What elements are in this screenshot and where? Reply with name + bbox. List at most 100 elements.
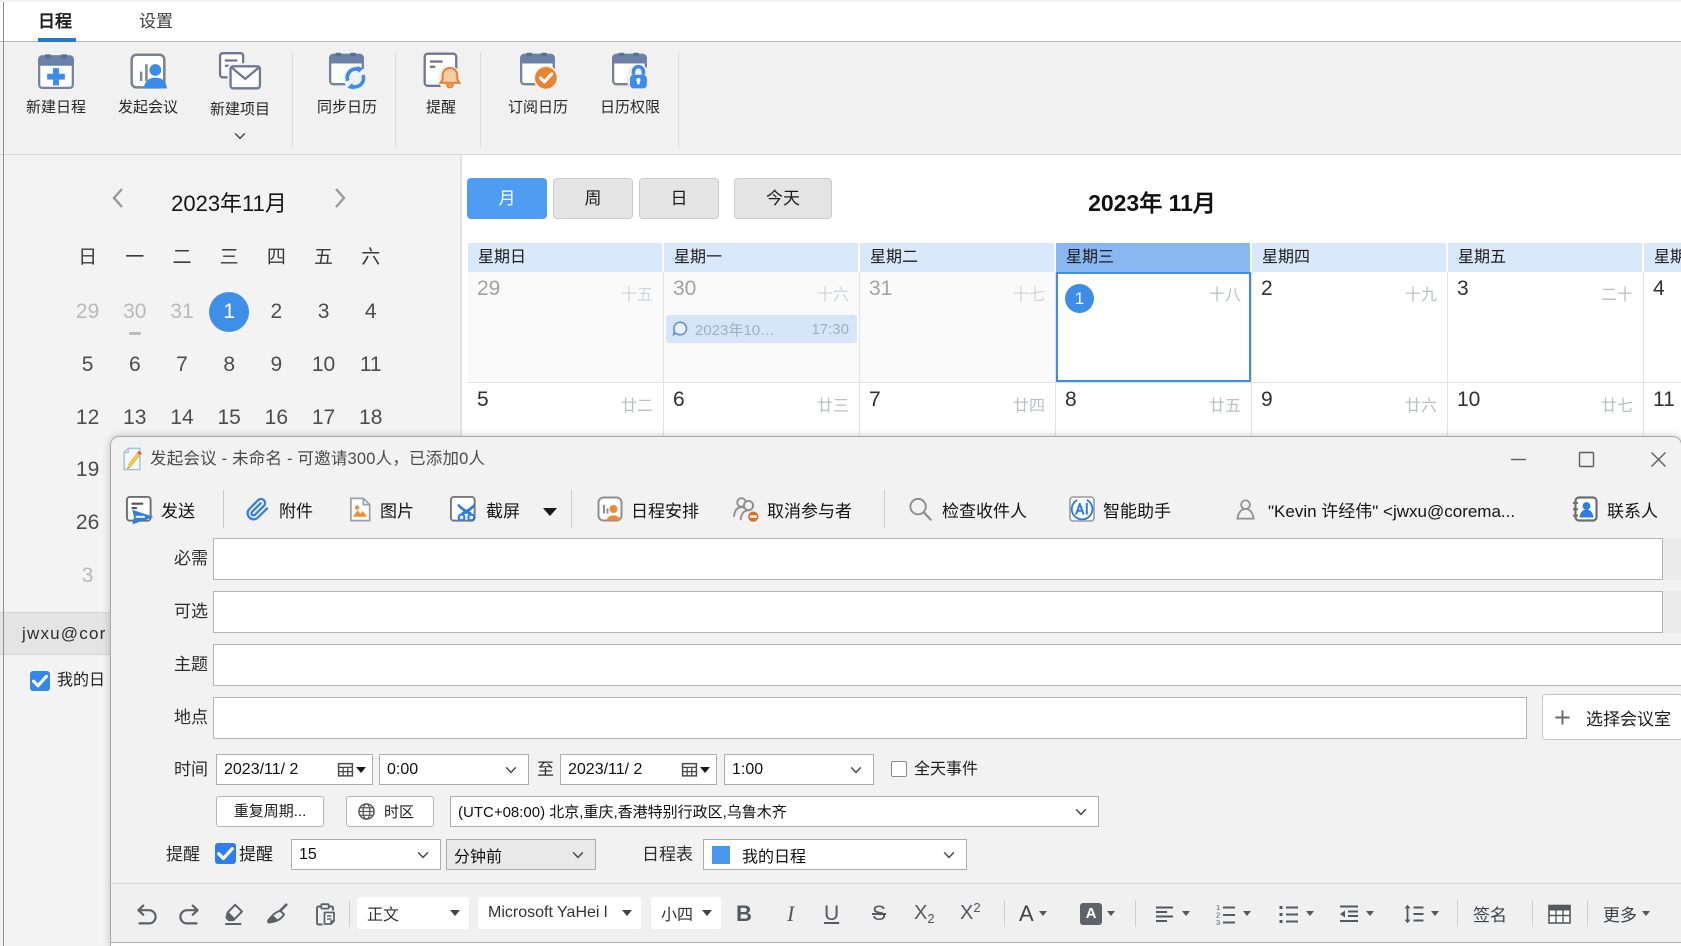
mini-calendar-day[interactable]: 6: [111, 339, 158, 392]
indent-button[interactable]: [1337, 884, 1374, 943]
reminder-button[interactable]: 提醒: [391, 50, 491, 150]
image-button[interactable]: 图片: [347, 479, 414, 539]
repeat-period-button[interactable]: 重复周期...: [216, 796, 324, 827]
day-cell[interactable]: 2 十九: [1252, 272, 1448, 383]
mini-calendar-day[interactable]: 8: [206, 339, 253, 392]
remind-unit-select[interactable]: 分钟前: [446, 839, 596, 870]
signature-button[interactable]: 签名: [1473, 884, 1507, 943]
timezone-button[interactable]: 时区: [346, 796, 434, 827]
day-cell[interactable]: 29 十五: [468, 272, 664, 383]
paste-button[interactable]: [313, 884, 337, 943]
italic-button[interactable]: I: [787, 884, 794, 943]
schedule-arrange-button[interactable]: 日程安排: [596, 479, 699, 539]
line-spacing-button[interactable]: [1402, 884, 1439, 943]
maximize-button[interactable]: [1567, 440, 1605, 478]
calendar-permission-button[interactable]: 日历权限: [580, 50, 680, 150]
redo-button[interactable]: [178, 884, 202, 943]
chevron-down-icon[interactable]: [234, 132, 246, 140]
screenshot-dropdown-arrow[interactable]: [543, 508, 557, 516]
paragraph-style-select[interactable]: 正文: [357, 897, 469, 929]
attachment-button[interactable]: 附件: [244, 479, 313, 539]
brush-icon: [265, 902, 289, 926]
ordered-list-button[interactable]: [1214, 884, 1251, 943]
minimize-button[interactable]: [1499, 440, 1537, 478]
day-cell[interactable]: 31 十七: [860, 272, 1056, 383]
mini-calendar-day[interactable]: 4: [347, 286, 394, 339]
subscript-button[interactable]: X2: [914, 884, 935, 943]
remind-checkbox[interactable]: [215, 843, 236, 864]
timezone-select[interactable]: (UTC+08:00) 北京,重庆,香港特别行政区,乌鲁木齐: [450, 796, 1099, 827]
bold-button[interactable]: B: [736, 884, 752, 943]
cancel-participant-button[interactable]: 取消参与者: [732, 479, 852, 539]
view-today-button[interactable]: 今天: [734, 178, 832, 219]
undo-button[interactable]: [134, 884, 158, 943]
day-cell[interactable]: 30 十六 2023年10… 17:30: [664, 272, 860, 383]
mini-calendar-day[interactable]: 1: [206, 286, 253, 339]
clear-format-button[interactable]: [221, 884, 245, 943]
day-cell[interactable]: 1 十八: [1056, 272, 1252, 383]
new-event-button[interactable]: 新建日程: [6, 50, 106, 150]
font-color-button[interactable]: A: [1019, 884, 1047, 943]
font-size-select[interactable]: 小四: [651, 897, 721, 929]
align-button[interactable]: [1153, 884, 1190, 943]
close-button[interactable]: [1639, 440, 1677, 478]
view-day-button[interactable]: 日: [639, 178, 719, 219]
mini-calendar-day[interactable]: 2: [253, 286, 300, 339]
format-painter-button[interactable]: [265, 884, 289, 943]
required-recipients-input[interactable]: [213, 538, 1663, 580]
mini-calendar-day[interactable]: 26: [64, 497, 111, 550]
mini-calendar-day[interactable]: 3: [64, 549, 111, 602]
bullet-list-button[interactable]: [1277, 884, 1314, 943]
mini-calendar-day[interactable]: 31: [158, 286, 205, 339]
sender-account-button[interactable]: "Kevin 许经伟" <jwxu@corema...: [1235, 479, 1515, 539]
mini-calendar-next-icon[interactable]: [328, 185, 350, 211]
day-cell[interactable]: 3 二十: [1448, 272, 1644, 383]
mini-calendar-day[interactable]: 11: [347, 339, 394, 392]
insert-table-button[interactable]: [1546, 884, 1574, 943]
strikethrough-button[interactable]: S: [872, 884, 886, 943]
view-week-button[interactable]: 周: [553, 178, 633, 219]
start-time-select[interactable]: 0:00: [379, 754, 529, 785]
mini-calendar-day[interactable]: 7: [158, 339, 205, 392]
day-number: 9: [1261, 388, 1273, 412]
day-cell[interactable]: 4 廿一: [1644, 272, 1681, 383]
mini-calendar-day[interactable]: 12: [64, 391, 111, 444]
start-date-picker[interactable]: 2023/11/ 2: [216, 754, 373, 785]
my-calendar-checkbox[interactable]: [30, 671, 50, 691]
view-month-button[interactable]: 月: [467, 178, 547, 219]
screenshot-button[interactable]: 截屏: [449, 479, 520, 539]
allday-checkbox[interactable]: [891, 761, 907, 777]
choose-meeting-room-button[interactable]: 选择会议室: [1542, 694, 1681, 740]
font-family-select[interactable]: Microsoft YaHei l: [478, 897, 641, 929]
mini-calendar-day[interactable]: 19: [64, 444, 111, 497]
start-meeting-button[interactable]: 发起会议: [98, 50, 198, 150]
remind-value-select[interactable]: 15: [291, 839, 441, 870]
superscript-button[interactable]: X2: [960, 884, 981, 943]
contacts-button[interactable]: 联系人: [1571, 479, 1658, 539]
location-input[interactable]: [213, 697, 1527, 739]
ai-assistant-button[interactable]: 智能助手: [1068, 479, 1171, 539]
mini-calendar-day[interactable]: 10: [300, 339, 347, 392]
mini-calendar-day[interactable]: 30: [111, 286, 158, 339]
end-time-select[interactable]: 1:00: [724, 754, 874, 785]
subject-input[interactable]: [213, 644, 1681, 686]
mini-calendar-day[interactable]: 3: [300, 286, 347, 339]
calendar-select[interactable]: 我的日程: [703, 839, 967, 870]
mini-calendar-day[interactable]: 5: [64, 339, 111, 392]
optional-recipients-input[interactable]: [213, 591, 1663, 633]
check-recipient-button[interactable]: 检查收件人: [907, 479, 1027, 539]
event-pill[interactable]: 2023年10… 17:30: [666, 315, 857, 343]
tab-settings[interactable]: 设置: [139, 0, 173, 42]
subscribe-calendar-button[interactable]: 订阅日历: [488, 50, 588, 150]
highlight-color-button[interactable]: A: [1080, 884, 1115, 943]
new-project-button[interactable]: 新建项目: [190, 50, 290, 150]
send-button[interactable]: 发送: [125, 479, 195, 539]
end-date-picker[interactable]: 2023/11/ 2: [560, 754, 717, 785]
mini-calendar-day[interactable]: 29: [64, 286, 111, 339]
more-button[interactable]: 更多: [1603, 884, 1650, 943]
tab-schedule[interactable]: 日程: [38, 0, 72, 42]
mini-calendar-day[interactable]: 9: [253, 339, 300, 392]
sync-calendar-button[interactable]: 同步日历: [297, 50, 397, 150]
underline-button[interactable]: U: [824, 884, 839, 943]
dialog-titlebar[interactable]: 发起会议 - 未命名 - 可邀请300人，已添加0人: [111, 437, 1681, 479]
